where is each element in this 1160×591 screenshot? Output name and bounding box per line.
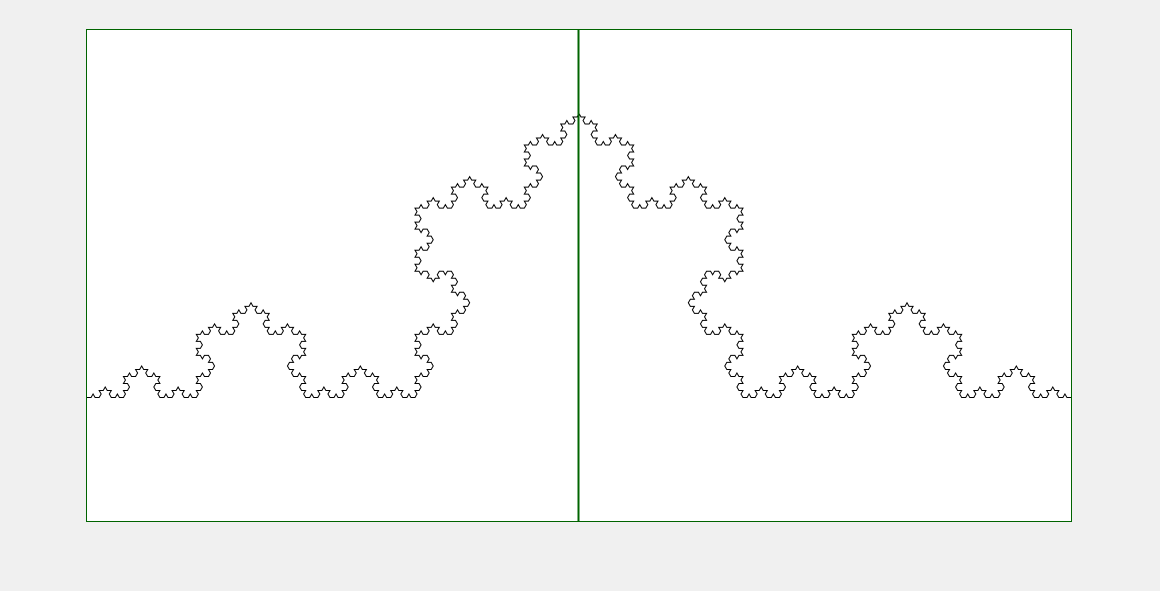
fractal-window — [0, 0, 1160, 586]
fractal-canvas — [86, 29, 1072, 522]
